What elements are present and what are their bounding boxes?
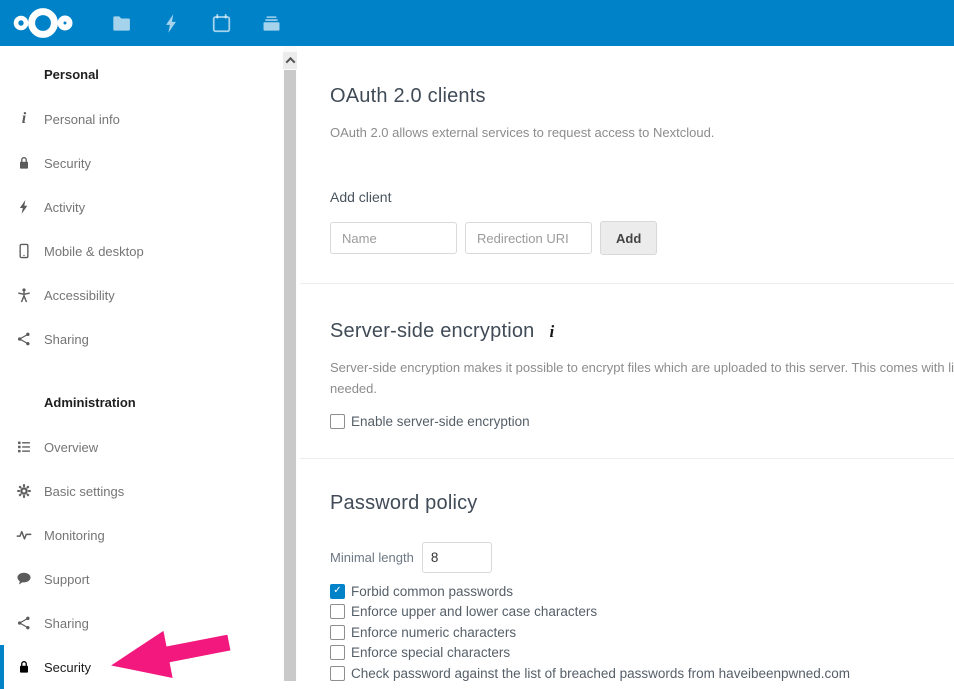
checkbox-unchecked[interactable] [330,604,345,619]
info-icon: i [16,111,32,127]
sidebar-section-title: Personal [0,53,300,97]
policy-option-row: Check password against the list of breac… [330,663,954,684]
lock-icon [16,659,32,675]
scrollbar-thumb[interactable] [284,70,296,681]
scroll-up-button[interactable] [283,52,297,69]
pulse-icon [16,527,32,543]
sidebar-item-label: Sharing [44,616,89,631]
sidebar-item-label: Activity [44,200,85,215]
sidebar-item-monitoring[interactable]: Monitoring [0,513,300,557]
client-name-input[interactable] [330,222,457,254]
sidebar-item-label: Accessibility [44,288,115,303]
sidebar-item-label: Mobile & desktop [44,244,144,259]
chevron-up-icon [285,57,295,67]
accessibility-icon [16,287,32,303]
sidebar-item-security[interactable]: Security [0,141,300,185]
checkbox-unchecked[interactable] [330,666,345,681]
sidebar-item-basic-settings[interactable]: Basic settings [0,469,300,513]
checkbox-label[interactable]: Forbid common passwords [351,584,513,599]
sidebar-item-overview[interactable]: Overview [0,425,300,469]
add-client-label: Add client [330,189,954,206]
encryption-section: Server-side encryption i Server-side enc… [330,319,954,432]
password-policy-section: Password policy Minimal length Forbid co… [330,491,954,684]
minimal-length-row: Minimal length [330,542,954,573]
checkbox-checked[interactable] [330,584,345,599]
share-icon [16,331,32,347]
sidebar-item-label: Sharing [44,332,89,347]
nextcloud-logo[interactable] [10,6,78,40]
settings-sidebar: Personal i Personal info Security Activity Mo… [0,46,300,681]
sidebar-item-security[interactable]: Security [0,645,300,689]
checkbox-label[interactable]: Enforce numeric characters [351,625,516,640]
sidebar-item-support[interactable]: Support [0,557,300,601]
encryption-title: Server-side encryption [330,319,535,344]
checkbox-label[interactable]: Check password against the list of breac… [351,666,850,681]
sidebar-item-personal-info[interactable]: i Personal info [0,97,300,141]
sidebar-item-sharing[interactable]: Sharing [0,601,300,645]
checkbox-unchecked[interactable] [330,414,345,429]
policy-option-row: Enforce numeric characters [330,622,954,643]
encryption-description-line2: needed. [330,378,954,399]
checkbox-unchecked[interactable] [330,645,345,660]
info-icon: i [550,319,555,344]
checkbox-unchecked[interactable] [330,625,345,640]
sidebar-item-label: Personal info [44,112,120,127]
bolt-icon [16,199,32,215]
mobile-icon [16,243,32,259]
sidebar-scrollbar[interactable] [283,46,297,681]
app-button-calendar[interactable] [196,0,246,46]
sidebar-item-sharing[interactable]: Sharing [0,317,300,361]
settings-content: OAuth 2.0 clients OAuth 2.0 allows exter… [300,46,954,681]
sidebar-item-label: Security [44,660,91,675]
list-icon [16,439,32,455]
checkbox-label[interactable]: Enforce special characters [351,645,510,660]
minimal-length-input[interactable] [422,542,492,573]
gear-icon [16,483,32,499]
app-button-stack[interactable] [246,0,296,46]
oauth-description: OAuth 2.0 allows external services to re… [330,122,954,143]
sidebar-item-mobile-desktop[interactable]: Mobile & desktop [0,229,300,273]
calendar-icon [211,13,232,34]
lock-icon [16,155,32,171]
folder-icon [111,13,132,34]
oauth-title: OAuth 2.0 clients [330,84,954,109]
encryption-description-line1: Server-side encryption makes it possible… [330,357,954,378]
section-divider [300,458,954,459]
stack-icon [261,13,282,34]
sidebar-section-title: Administration [0,381,300,425]
sidebar-item-accessibility[interactable]: Accessibility [0,273,300,317]
sidebar-item-label: Security [44,156,91,171]
redirection-uri-input[interactable] [465,222,592,254]
checkbox-label[interactable]: Enable server-side encryption [351,414,530,429]
sidebar-item-label: Overview [44,440,98,455]
sidebar-item-label: Basic settings [44,484,124,499]
enable-encryption-row: Enable server-side encryption [330,411,954,432]
share-icon [16,615,32,631]
password-policy-options: Forbid common passwords Enforce upper and… [330,581,954,684]
password-policy-title: Password policy [330,491,954,516]
sidebar-item-label: Monitoring [44,528,105,543]
app-button-folder[interactable] [96,0,146,46]
top-header [0,0,954,46]
nextcloud-logo-circles [10,6,76,40]
app-icon-bar [96,0,296,46]
sidebar-item-label: Support [44,572,90,587]
add-client-button[interactable]: Add [600,221,657,255]
section-divider [300,283,954,284]
nextcloud-settings-window: Personal i Personal info Security Activity Mo… [0,0,954,681]
oauth-section: OAuth 2.0 clients OAuth 2.0 allows exter… [330,84,954,255]
chat-icon [16,571,32,587]
policy-option-row: Forbid common passwords [330,581,954,602]
sidebar-item-activity[interactable]: Activity [0,185,300,229]
minimal-length-label: Minimal length [330,550,414,565]
policy-option-row: Enforce upper and lower case characters [330,602,954,623]
bolt-icon [161,13,182,34]
checkbox-label[interactable]: Enforce upper and lower case characters [351,604,597,619]
app-button-activity[interactable] [146,0,196,46]
policy-option-row: Enforce special characters [330,643,954,664]
